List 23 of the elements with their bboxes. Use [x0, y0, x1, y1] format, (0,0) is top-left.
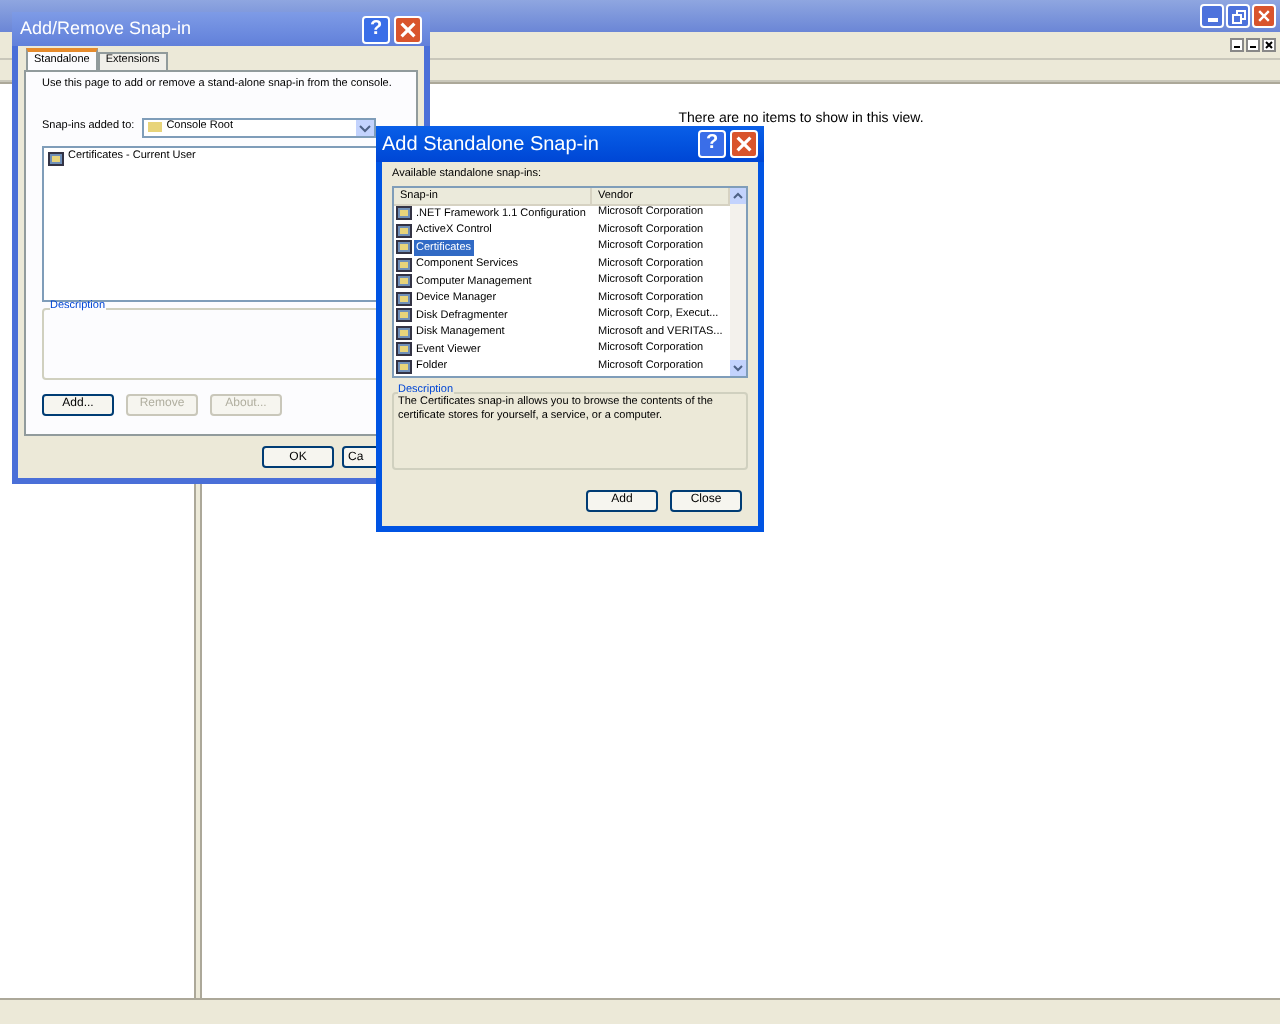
restore-icon — [1231, 9, 1245, 23]
mdi-restore-icon[interactable] — [1246, 38, 1260, 52]
snap-in-icon — [48, 151, 64, 165]
close-button[interactable] — [394, 15, 422, 43]
help-button[interactable]: ? — [698, 130, 726, 158]
dialog-title: Add/Remove Snap-in — [20, 15, 192, 42]
close-button[interactable] — [730, 130, 758, 158]
minimize-button[interactable] — [1200, 4, 1224, 28]
close-icon — [1258, 10, 1270, 22]
dialog-title: Add Standalone Snap-in — [382, 131, 599, 159]
folder-icon — [148, 122, 163, 132]
close-button[interactable] — [1252, 4, 1276, 28]
caret-icon — [356, 119, 375, 135]
close-icon — [736, 136, 752, 152]
scroll-down-icon[interactable] — [730, 359, 746, 375]
minimize-icon — [1207, 18, 1217, 22]
mdi-minimize-icon[interactable] — [1230, 38, 1244, 52]
mdi-close-icon[interactable] — [1262, 38, 1276, 52]
restore-button[interactable] — [1226, 4, 1250, 28]
scroll-up-icon[interactable] — [730, 187, 746, 203]
close-icon — [400, 21, 416, 37]
help-button[interactable]: ? — [362, 15, 390, 43]
scrollbar[interactable] — [730, 187, 746, 375]
